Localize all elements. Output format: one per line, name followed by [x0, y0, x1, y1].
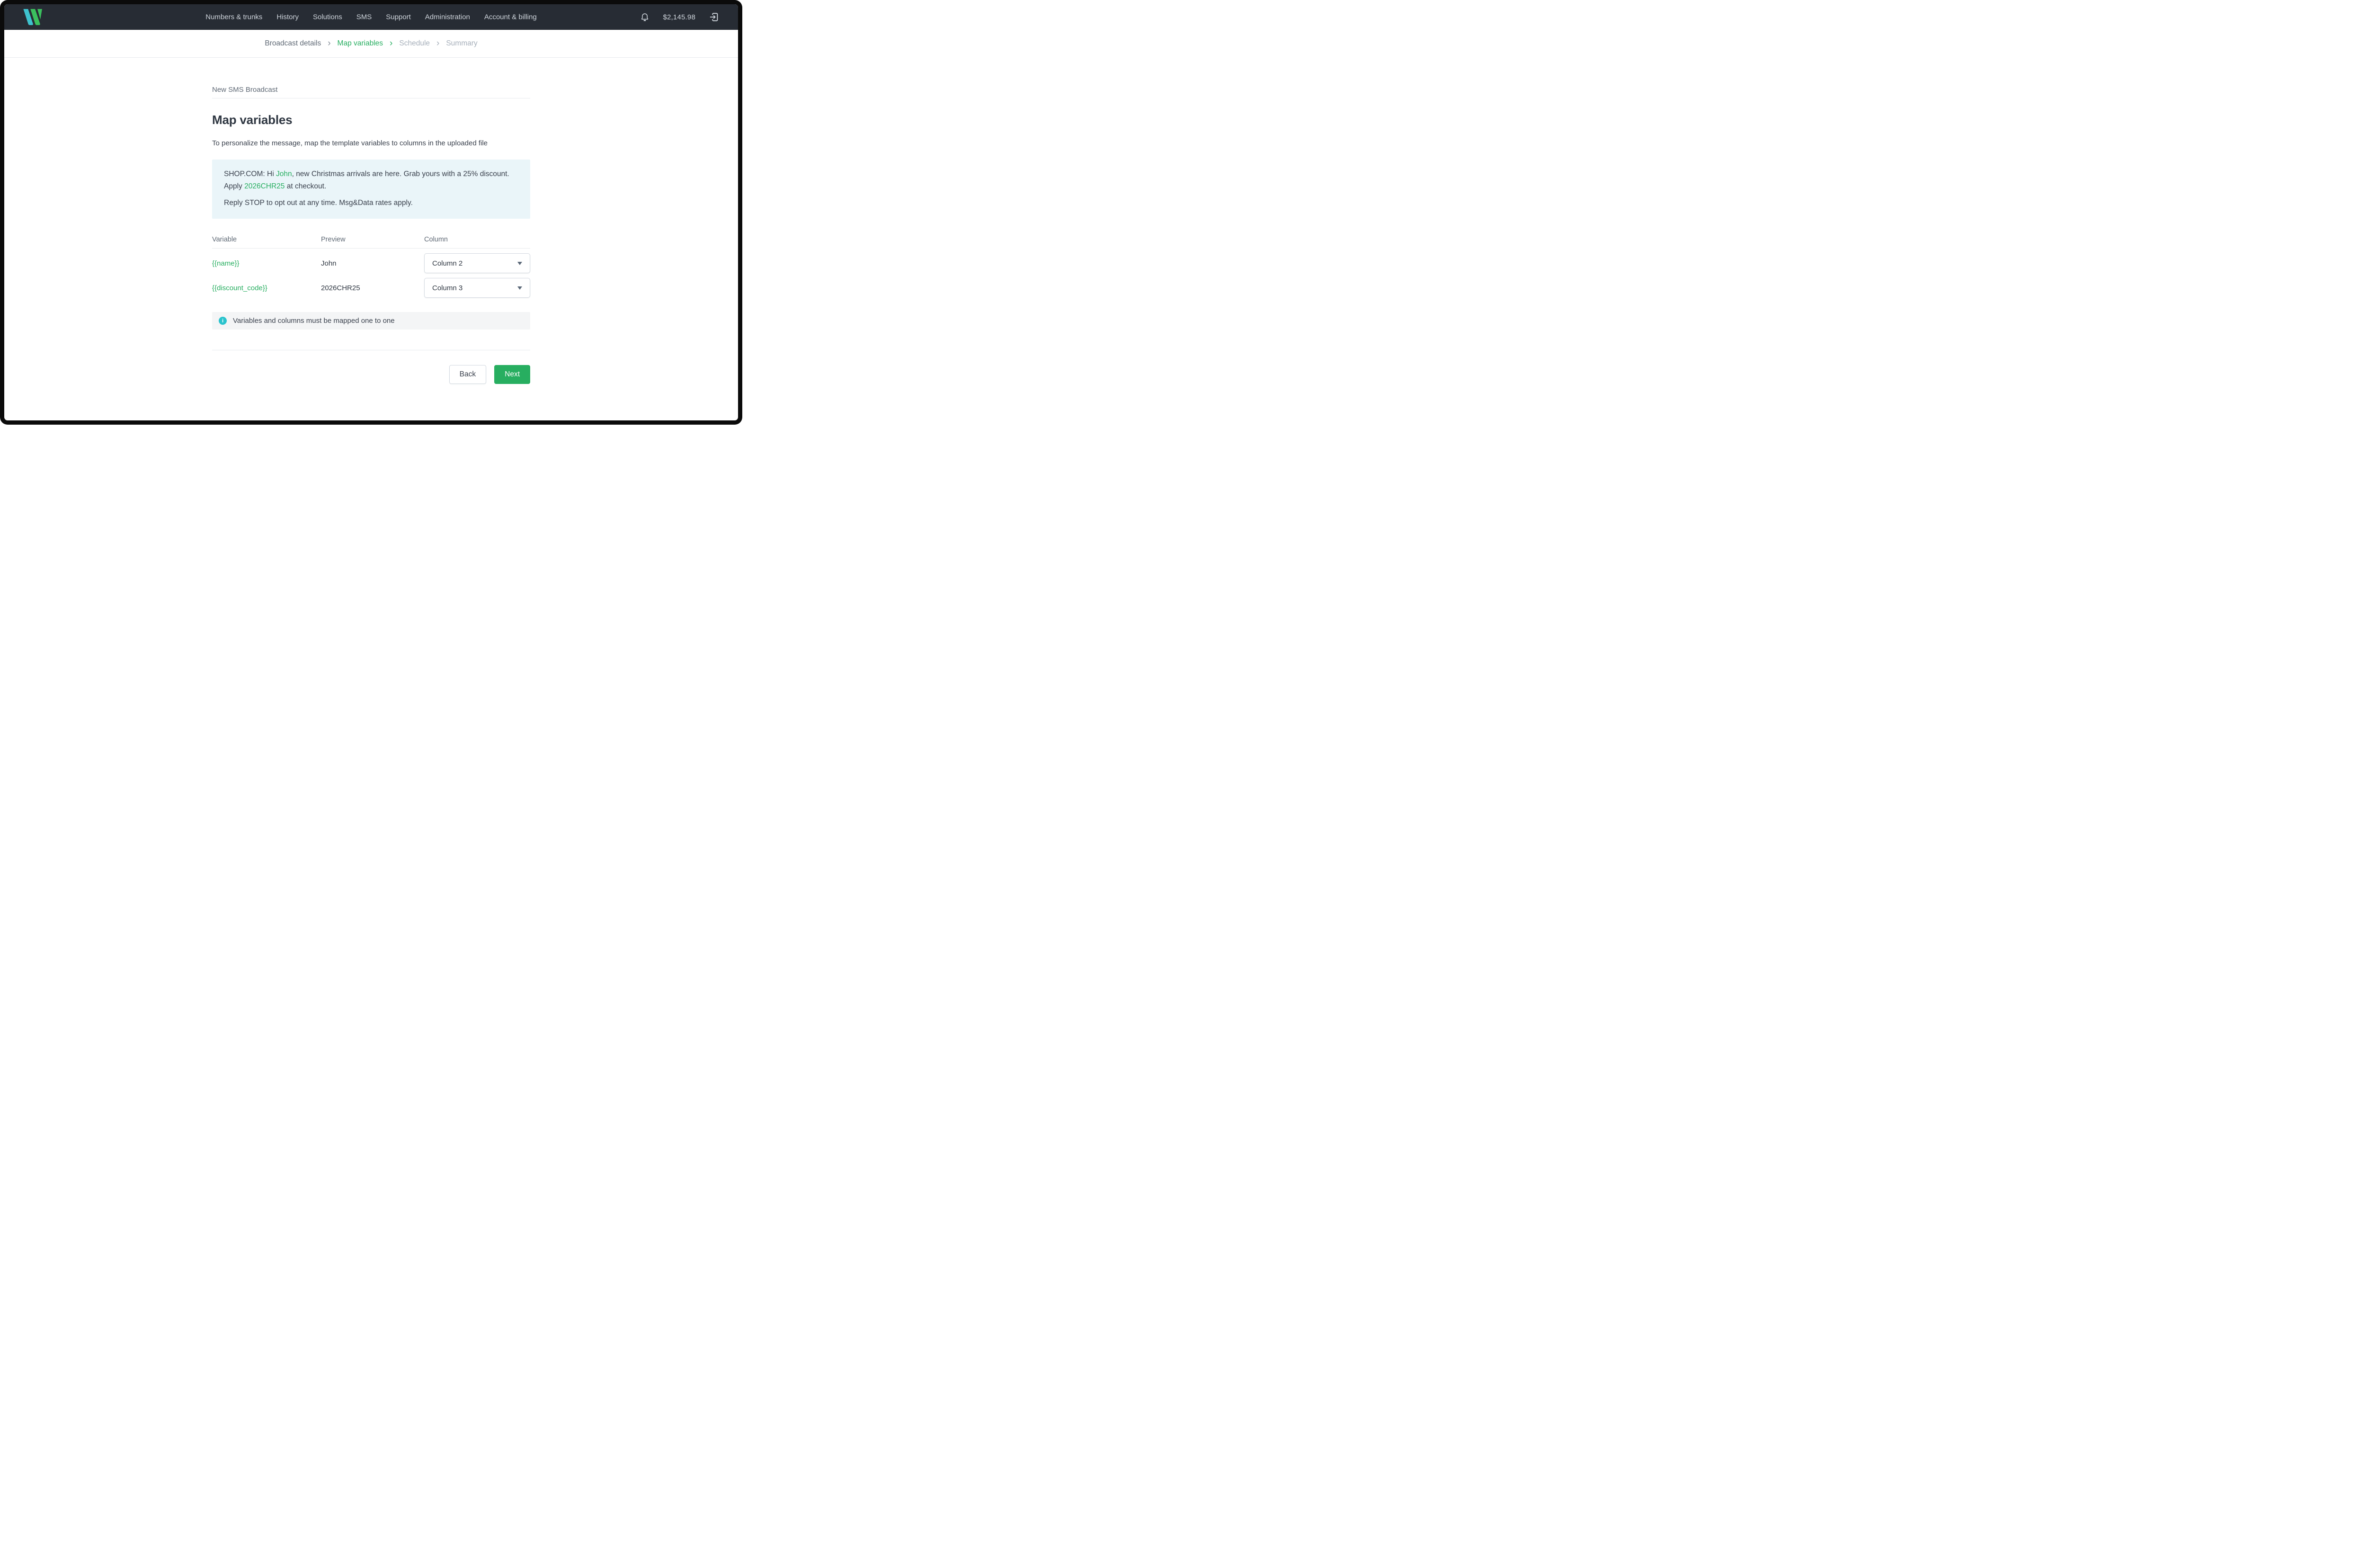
wavix-logo-icon [23, 9, 43, 25]
column-select-value: Column 2 [432, 259, 463, 267]
message-preview-body: SHOP.COM: Hi John, new Christmas arrival… [224, 168, 518, 193]
column-header-variable: Variable [212, 236, 321, 243]
variable-mapping-table: Variable Preview Column {{name}} John Co… [212, 236, 530, 298]
wizard-content: New SMS Broadcast Map variables To perso… [212, 58, 530, 384]
step-schedule: Schedule [399, 39, 430, 48]
column-header-preview: Preview [321, 236, 424, 243]
step-map-variables[interactable]: Map variables [338, 39, 383, 48]
breadcrumb: Broadcast details › Map variables › Sche… [4, 30, 738, 58]
wizard-subtitle: New SMS Broadcast [212, 86, 530, 98]
top-right-cluster: $2,145.98 [640, 12, 719, 22]
nav-item-administration[interactable]: Administration [425, 13, 470, 21]
account-balance: $2,145.98 [663, 13, 695, 21]
chevron-right-icon: › [328, 39, 330, 49]
app-window: Numbers & trunks History Solutions SMS S… [4, 4, 738, 420]
top-nav-bar: Numbers & trunks History Solutions SMS S… [4, 4, 738, 30]
nav-item-numbers-trunks[interactable]: Numbers & trunks [205, 13, 262, 21]
wizard-actions: Back Next [212, 365, 530, 384]
mapped-name-value: John [276, 170, 292, 178]
main-menu: Numbers & trunks History Solutions SMS S… [205, 13, 536, 21]
variable-name: {{discount_code}} [212, 284, 321, 292]
notifications-bell-icon[interactable] [640, 12, 650, 22]
table-row: {{name}} John Column 2 [212, 253, 530, 273]
step-summary: Summary [446, 39, 477, 48]
nav-item-history[interactable]: History [276, 13, 299, 21]
column-select-discount-code[interactable]: Column 3 [424, 278, 530, 298]
variable-preview-value: John [321, 259, 424, 267]
chevron-right-icon: › [390, 39, 392, 49]
message-preview: SHOP.COM: Hi John, new Christmas arrival… [212, 160, 530, 219]
back-button[interactable]: Back [449, 365, 486, 384]
nav-item-account-billing[interactable]: Account & billing [484, 13, 537, 21]
chevron-right-icon: › [436, 39, 439, 49]
page-description: To personalize the message, map the temp… [212, 139, 530, 147]
column-select-name[interactable]: Column 2 [424, 253, 530, 273]
column-select-value: Column 3 [432, 284, 463, 292]
nav-item-support[interactable]: Support [386, 13, 411, 21]
nav-item-solutions[interactable]: Solutions [313, 13, 342, 21]
info-banner-text: Variables and columns must be mapped one… [233, 317, 395, 325]
step-broadcast-details[interactable]: Broadcast details [265, 39, 321, 48]
table-header-row: Variable Preview Column [212, 236, 530, 249]
info-banner: i Variables and columns must be mapped o… [212, 312, 530, 330]
chevron-down-icon [517, 262, 522, 265]
page-title: Map variables [212, 113, 530, 127]
info-icon: i [219, 317, 227, 325]
next-button[interactable]: Next [494, 365, 530, 384]
logout-icon[interactable] [709, 12, 719, 22]
brand-logo[interactable] [23, 9, 43, 25]
main-area: New SMS Broadcast Map variables To perso… [4, 58, 738, 420]
screenshot-frame: Numbers & trunks History Solutions SMS S… [0, 0, 742, 425]
variable-name: {{name}} [212, 259, 321, 267]
message-preview-footer: Reply STOP to opt out at any time. Msg&D… [224, 197, 518, 209]
mapped-code-value: 2026CHR25 [244, 182, 285, 190]
chevron-down-icon [517, 286, 522, 290]
table-row: {{discount_code}} 2026CHR25 Column 3 [212, 278, 530, 298]
nav-item-sms[interactable]: SMS [356, 13, 372, 21]
variable-preview-value: 2026CHR25 [321, 284, 424, 292]
column-header-column: Column [424, 236, 530, 243]
